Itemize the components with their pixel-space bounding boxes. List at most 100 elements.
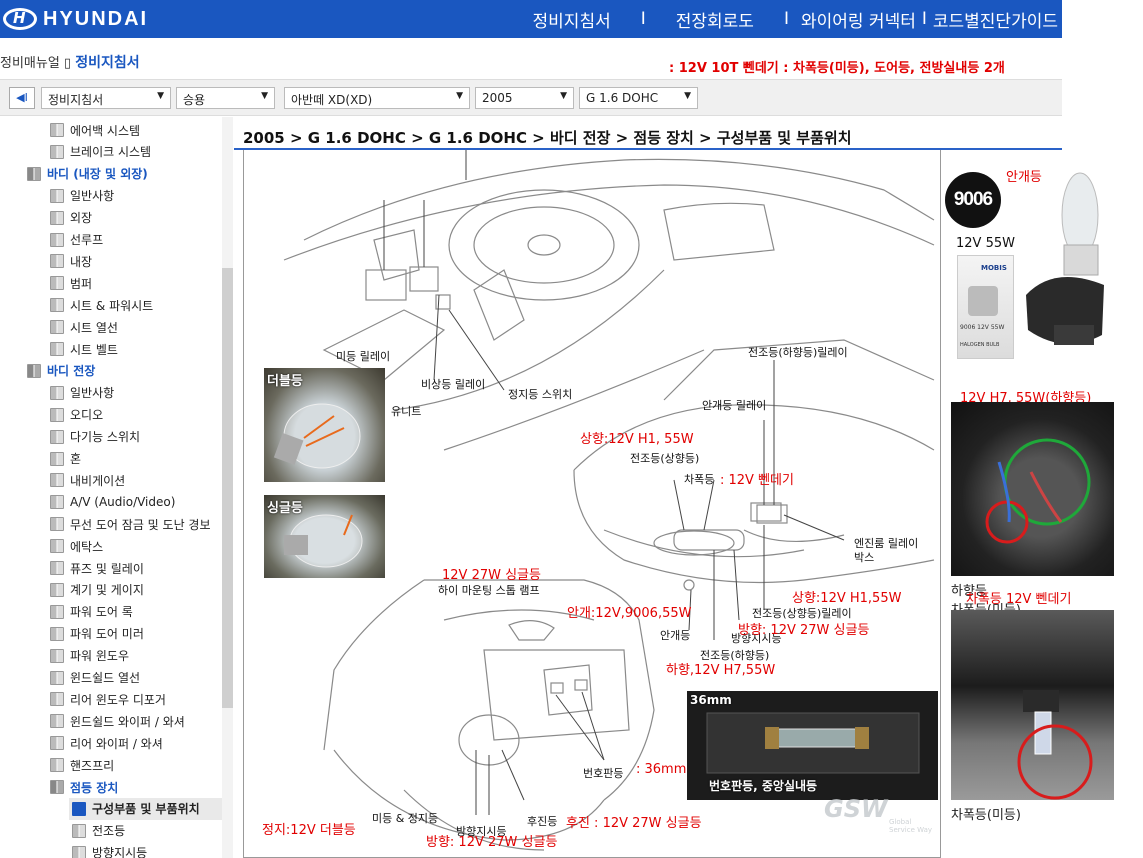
sidebar-item[interactable]: 브레이크 시스템	[50, 141, 151, 163]
sidebar-tree: 에어백 시스템 브레이크 시스템 바디 (내장 및 외장) 일반사항 외장 선루프 내장 범퍼…	[0, 117, 234, 858]
sidebar-item-label: 에어백 시스템	[70, 123, 141, 138]
license-caption: 번호판등, 중앙실내등	[709, 779, 818, 793]
sidebar-item[interactable]: 윈드쉴드 와이퍼 / 와셔	[50, 710, 185, 732]
sidebar-item[interactable]: 시트 & 파워시트	[50, 294, 153, 316]
wedge-bulb-icon	[1017, 690, 1093, 800]
sidebar-item[interactable]: 다기능 스위치	[50, 426, 140, 448]
label-fog-lamp: 안개등	[660, 629, 691, 642]
sidebar-item[interactable]: 파워 도어 록	[50, 601, 133, 623]
sidebar-item[interactable]: 전조등	[72, 820, 125, 842]
model-select[interactable]: 아반떼 XD(XD) ▼	[284, 87, 470, 109]
sidebar-item-label: 점등 장치	[70, 780, 119, 795]
nav-separator: I	[783, 9, 789, 29]
sidebar-item[interactable]: 혼	[50, 448, 81, 470]
engine-select-value: G 1.6 DOHC	[586, 91, 659, 105]
sidebar-item[interactable]: 바디 (내장 및 외장)	[27, 163, 148, 185]
sidebar-item[interactable]: 에어백 시스템	[50, 119, 140, 141]
sidebar-item-label: 에탁스	[70, 539, 104, 554]
book-icon	[50, 539, 64, 554]
top-nav: 정비지침서 I 전장회로도 I 와이어링 커넥터 I 코드별진단가이드	[529, 0, 1062, 38]
annotation-fog: 안개:12V,9006,55W	[567, 606, 692, 621]
sidebar-item[interactable]: 에탁스	[50, 535, 103, 557]
annotation-high-beam-2: 상향:12V H1,55W	[792, 591, 902, 606]
annotation-license: : 36mm	[636, 762, 687, 777]
sidebar-item-label: 파워 도어 록	[70, 605, 133, 620]
wedge-photo-title: 차폭등 12V 뻰데기	[966, 592, 1072, 607]
sidebar-item[interactable]: 파워 윈도우	[50, 645, 129, 667]
sidebar-item-label: 구성부품 및 부품위치	[92, 802, 200, 817]
annotation-front-turn: 방향: 12V 27W 싱글등	[738, 623, 870, 638]
book-icon	[50, 232, 64, 247]
sidebar-item[interactable]: 핸즈프리	[50, 754, 114, 776]
sidebar-item[interactable]: 퓨즈 및 릴레이	[50, 557, 144, 579]
sidebar-item[interactable]: 점등 장치	[50, 776, 118, 798]
sidebar-item-label: 혼	[70, 452, 82, 466]
sidebar-item[interactable]: 방향지시등	[72, 842, 147, 858]
sidebar-item-label: 일반사항	[70, 189, 115, 204]
manual-select[interactable]: 정비지침서 ▼	[41, 87, 171, 109]
sidebar-item[interactable]: 계기 및 게이지	[50, 579, 144, 601]
nav-circuit-diagram[interactable]: 전장회로도	[672, 7, 758, 32]
sidebar-item[interactable]: 내장	[50, 250, 92, 272]
sidebar-item[interactable]: 선루프	[50, 229, 103, 251]
book-icon	[27, 166, 41, 181]
label-stop-switch: 정지등 스위치	[508, 388, 573, 401]
sidebar-item[interactable]: 바디 전장	[27, 360, 95, 382]
book-icon	[50, 254, 64, 269]
nav-service-manual[interactable]: 정비지침서	[529, 7, 615, 32]
sidebar-item[interactable]: 일반사항	[50, 382, 114, 404]
sidebar-item-label: 시트 & 파워시트	[70, 298, 154, 313]
document-icon	[72, 823, 86, 838]
wedge-position-label: 차폭등(미등)	[951, 808, 1021, 823]
sidebar-item[interactable]: 파워 도어 미러	[50, 623, 144, 645]
label-position-lamp: 차폭등	[684, 473, 715, 486]
book-icon	[50, 780, 64, 794]
sidebar-item[interactable]: 외장	[50, 207, 92, 229]
sidebar-item[interactable]: 범퍼	[50, 272, 92, 294]
sidebar-item[interactable]: 일반사항	[50, 185, 114, 207]
sidebar-item[interactable]: A/V (Audio/Video)	[50, 491, 175, 513]
sidebar-item[interactable]: 리어 윈도우 디포거	[50, 688, 166, 710]
sidebar-scroll-thumb[interactable]	[222, 268, 233, 708]
annotation-position-wedge: : 12V 뻰데기	[720, 473, 794, 488]
sidebar-item[interactable]: 시트 벨트	[50, 338, 118, 360]
annotation-hmsl: 12V 27W 싱글등	[442, 568, 541, 583]
sidebar-item-label: 리어 와이퍼 / 와셔	[70, 736, 163, 751]
label-reverse: 후진등	[527, 815, 558, 828]
sidebar-item-label: 일반사항	[70, 386, 115, 401]
bulb-notice: : 12V 10T 뻰데기 : 차폭등(미등), 도어등, 전방실내등 2개	[669, 61, 1005, 76]
sidebar-item-label: 바디 (내장 및 외장)	[47, 167, 148, 182]
nav-code-diagnosis[interactable]: 코드별진단가이드	[929, 7, 1062, 32]
sidebar-item[interactable]: 시트 열선	[50, 316, 118, 338]
sidebar-item[interactable]: 무선 도어 잠금 및 도난 경보	[50, 513, 211, 535]
breadcrumb: 정비매뉴얼 ▯ 정비지침서	[0, 52, 140, 72]
sidebar-item-label: 리어 윈도우 디포거	[70, 692, 166, 707]
collapse-sidebar-button[interactable]: ◀I	[9, 87, 35, 109]
sidebar-item-label: 시트 벨트	[70, 342, 118, 357]
category-select[interactable]: 승용 ▼	[176, 87, 275, 109]
book-icon	[50, 385, 64, 400]
breadcrumb-prefix[interactable]: 정비매뉴얼 ▯	[0, 56, 71, 71]
annotation-rear-turn: 방향: 12V 27W 싱글등	[426, 835, 558, 850]
bulb-9006-badge: 9006	[945, 172, 1001, 228]
annotation-stop: 정지:12V 더블등	[262, 823, 356, 838]
label-unit: 유니트	[391, 405, 422, 418]
sidebar-item[interactable]: 내비게이션	[50, 469, 125, 491]
sidebar-item[interactable]: 윈드쉴드 열선	[50, 667, 140, 689]
bulb-icon	[273, 403, 361, 469]
label-hazard-relay: 비상등 릴레이	[421, 378, 486, 391]
hyundai-logo[interactable]: HYUNDAI	[3, 7, 148, 31]
filter-bar: ◀I 정비지침서 ▼ 승용 ▼ 아반떼 XD(XD) ▼ 2005 ▼ G 1.6 DO…	[0, 79, 1062, 116]
sidebar-item[interactable]: 오디오	[50, 404, 103, 426]
chevron-down-icon: ▼	[157, 91, 164, 101]
book-icon	[50, 188, 64, 203]
book-icon	[50, 276, 64, 291]
nav-wiring-connector[interactable]: 와이어링 커넥터	[797, 7, 920, 32]
sidebar-item[interactable]: 구성부품 및 부품위치	[69, 797, 222, 820]
engine-select[interactable]: G 1.6 DOHC ▼	[579, 87, 698, 109]
sidebar-item-label: 시트 열선	[70, 320, 118, 335]
year-select[interactable]: 2005 ▼	[475, 87, 574, 109]
box-type: HALOGEN BULB	[960, 342, 1000, 348]
sidebar-item[interactable]: 리어 와이퍼 / 와셔	[50, 732, 163, 754]
label-tail-stop: 미등 & 정지등	[372, 812, 439, 825]
